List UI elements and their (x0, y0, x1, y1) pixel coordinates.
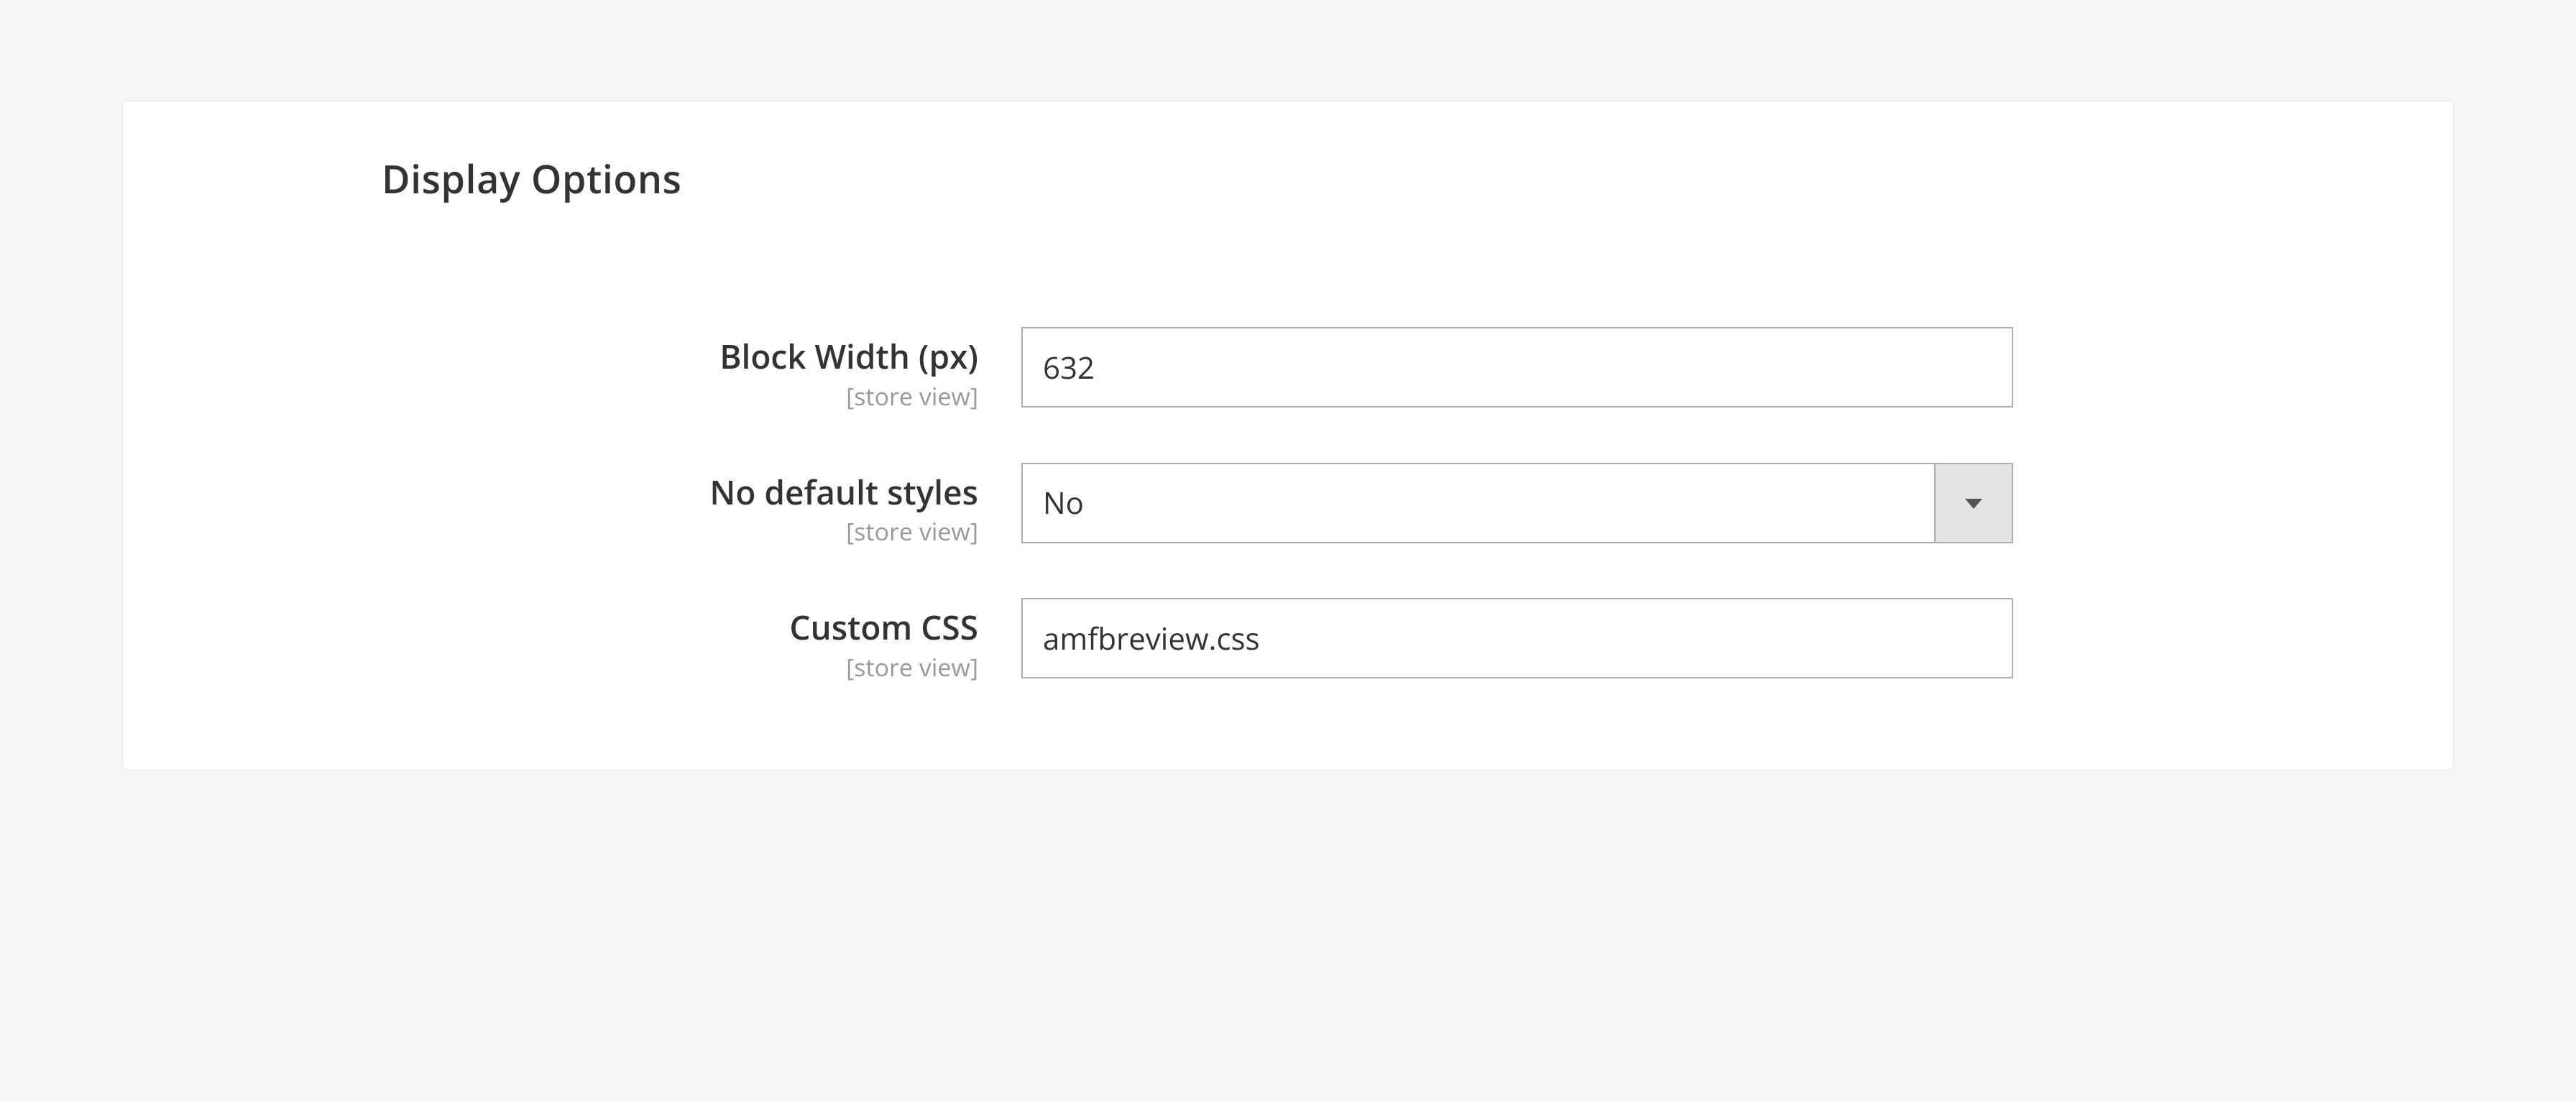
no-default-styles-select[interactable]: No (1021, 463, 2013, 543)
control-col (1021, 327, 2013, 407)
control-col: No (1021, 463, 2013, 543)
label-col: Custom CSS [store view] (382, 598, 1021, 683)
display-options-panel: Display Options Block Width (px) [store … (122, 101, 2454, 770)
field-row-custom-css: Custom CSS [store view] (382, 598, 2374, 683)
no-default-styles-label: No default styles (382, 474, 978, 511)
custom-css-scope: [store view] (382, 650, 978, 683)
block-width-scope: [store view] (382, 379, 978, 413)
field-row-block-width: Block Width (px) [store view] (382, 327, 2374, 413)
control-col (1021, 598, 2013, 678)
custom-css-label: Custom CSS (382, 609, 978, 646)
select-wrap: No (1021, 463, 2013, 543)
field-row-no-default-styles: No default styles [store view] No (382, 463, 2374, 548)
label-col: Block Width (px) [store view] (382, 327, 1021, 413)
section-title: Display Options (382, 152, 2374, 205)
label-col: No default styles [store view] (382, 463, 1021, 548)
block-width-input[interactable] (1021, 327, 2013, 407)
custom-css-input[interactable] (1021, 598, 2013, 678)
block-width-label: Block Width (px) (382, 338, 978, 375)
no-default-styles-scope: [store view] (382, 515, 978, 548)
